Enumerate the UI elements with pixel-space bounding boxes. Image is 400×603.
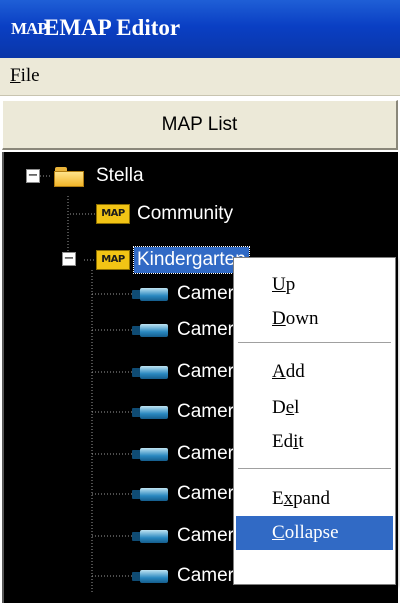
menu-item-add[interactable]: Add bbox=[236, 355, 393, 389]
menu-item-up[interactable]: Up bbox=[236, 268, 393, 302]
menu-item-text: p bbox=[285, 274, 296, 295]
menu-item-collapse[interactable]: Collapse bbox=[236, 516, 393, 550]
map-list-header[interactable]: MAP List bbox=[2, 100, 398, 150]
tree-node-label: Camer bbox=[177, 483, 235, 504]
menu-item-text: dd bbox=[285, 361, 305, 382]
tree-node-map[interactable]: MAP Community bbox=[96, 200, 236, 228]
tree-node-root[interactable]: Stella bbox=[54, 162, 147, 190]
camera-icon bbox=[132, 404, 168, 420]
menu-item-text: Ed bbox=[272, 431, 294, 452]
map-icon: MAP bbox=[96, 250, 130, 270]
menu-item-text: E bbox=[272, 488, 284, 509]
menu-item-expand[interactable]: Expand bbox=[236, 482, 393, 516]
menu-item-text: l bbox=[294, 397, 300, 418]
tree-collapse-icon[interactable]: − bbox=[26, 169, 40, 183]
camera-icon bbox=[132, 486, 168, 502]
tree-node-camera[interactable]: Camer bbox=[132, 398, 237, 426]
tree-node-camera[interactable]: Camer bbox=[132, 522, 237, 550]
menu-separator bbox=[238, 342, 391, 343]
tree-node-camera[interactable]: Camer bbox=[132, 440, 237, 468]
menu-item-del[interactable]: Del bbox=[236, 391, 393, 425]
menu-file-rest: ile bbox=[20, 65, 40, 86]
accel-key: A bbox=[272, 361, 286, 382]
title-bar: MAP EMAP Editor bbox=[0, 0, 400, 58]
tree-node-label: Camer bbox=[177, 443, 235, 464]
accel-key: D bbox=[272, 308, 286, 329]
menu-item-down[interactable]: Down bbox=[236, 302, 393, 336]
accel-key: e bbox=[285, 397, 295, 418]
tree-node-label: Camer bbox=[177, 525, 235, 546]
menu-file[interactable]: File bbox=[10, 64, 40, 88]
menu-item-text: D bbox=[272, 397, 286, 418]
menu-item-text: t bbox=[298, 431, 304, 452]
tree-node-map-selected[interactable]: MAP Kindergarten bbox=[96, 246, 250, 274]
camera-icon bbox=[132, 322, 168, 338]
camera-icon bbox=[132, 568, 168, 584]
tree-node-camera[interactable]: Camer bbox=[132, 358, 237, 386]
tree-node-label: Camer bbox=[177, 283, 235, 304]
menu-bar: File bbox=[0, 58, 400, 96]
tree-node-label: Stella bbox=[96, 165, 144, 186]
camera-icon bbox=[132, 446, 168, 462]
camera-icon bbox=[132, 286, 168, 302]
menu-item-text: ollapse bbox=[284, 522, 339, 543]
menu-separator bbox=[238, 468, 391, 469]
tree-collapse-icon[interactable]: − bbox=[62, 252, 76, 266]
window-title: EMAP Editor bbox=[44, 15, 181, 40]
tree-node-label: Kindergarten bbox=[133, 246, 250, 274]
camera-icon bbox=[132, 364, 168, 380]
accel-key: C bbox=[272, 522, 285, 543]
menu-item-text: pand bbox=[293, 488, 331, 509]
menu-file-accel: F bbox=[10, 65, 21, 86]
context-menu: Up Down Add Del Edit Expand Collapse bbox=[233, 257, 396, 585]
map-icon: MAP bbox=[96, 204, 130, 224]
tree-node-label: Camer bbox=[177, 319, 235, 340]
tree-node-camera[interactable]: Camer bbox=[132, 316, 237, 344]
camera-icon bbox=[132, 528, 168, 544]
menu-item-text: own bbox=[285, 308, 319, 329]
accel-key: x bbox=[283, 488, 294, 509]
menu-item-edit[interactable]: Edit bbox=[236, 425, 393, 459]
tree-node-camera[interactable]: Camer bbox=[132, 480, 237, 508]
tree-node-label: Camer bbox=[177, 361, 235, 382]
tree-node-label: Camer bbox=[177, 401, 235, 422]
tree-node-label: Community bbox=[137, 203, 234, 224]
folder-icon bbox=[54, 165, 84, 187]
app-logo-icon: MAP bbox=[11, 19, 48, 38]
tree-node-camera[interactable]: Camer bbox=[132, 280, 237, 308]
accel-key: U bbox=[272, 274, 286, 295]
